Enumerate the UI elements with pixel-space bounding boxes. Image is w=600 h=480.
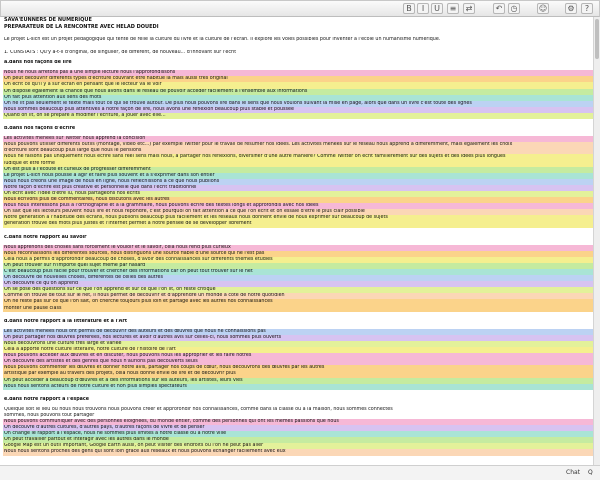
underline-icon[interactable]: U <box>431 3 443 14</box>
settings-icon[interactable]: ⚙ <box>565 3 577 14</box>
status-bar: Chat Q <box>0 465 600 480</box>
highlighted-line: Nous ne faisons pas uniquement nous écri… <box>3 154 593 161</box>
bold-icon[interactable]: B <box>403 3 415 14</box>
clock-icon[interactable]: ◷ <box>508 3 520 14</box>
chat-button[interactable]: Chat <box>566 469 580 476</box>
zoom-icon[interactable]: Q <box>588 469 593 476</box>
user-icon[interactable]: ☺ <box>537 3 549 14</box>
scrollbar-thumb[interactable] <box>595 19 599 59</box>
document-body[interactable]: SAVA'EUNNERS DE NUMERIQUE PREPARATEUR DE… <box>3 17 593 465</box>
editor-toolbar: B I U ≡ ⇄ ↶ ◷ ☺ ⚙ ? <box>0 0 600 17</box>
help-icon[interactable]: ? <box>581 3 593 14</box>
link-icon[interactable]: ⇄ <box>463 3 475 14</box>
history-icon[interactable]: ↶ <box>493 3 505 14</box>
list-icon[interactable]: ≡ <box>447 3 459 14</box>
italic-icon[interactable]: I <box>417 3 429 14</box>
vertical-scrollbar[interactable] <box>593 17 600 465</box>
doc-sections: a.dans nos façons de lire Nous ne nous ar… <box>3 60 593 462</box>
